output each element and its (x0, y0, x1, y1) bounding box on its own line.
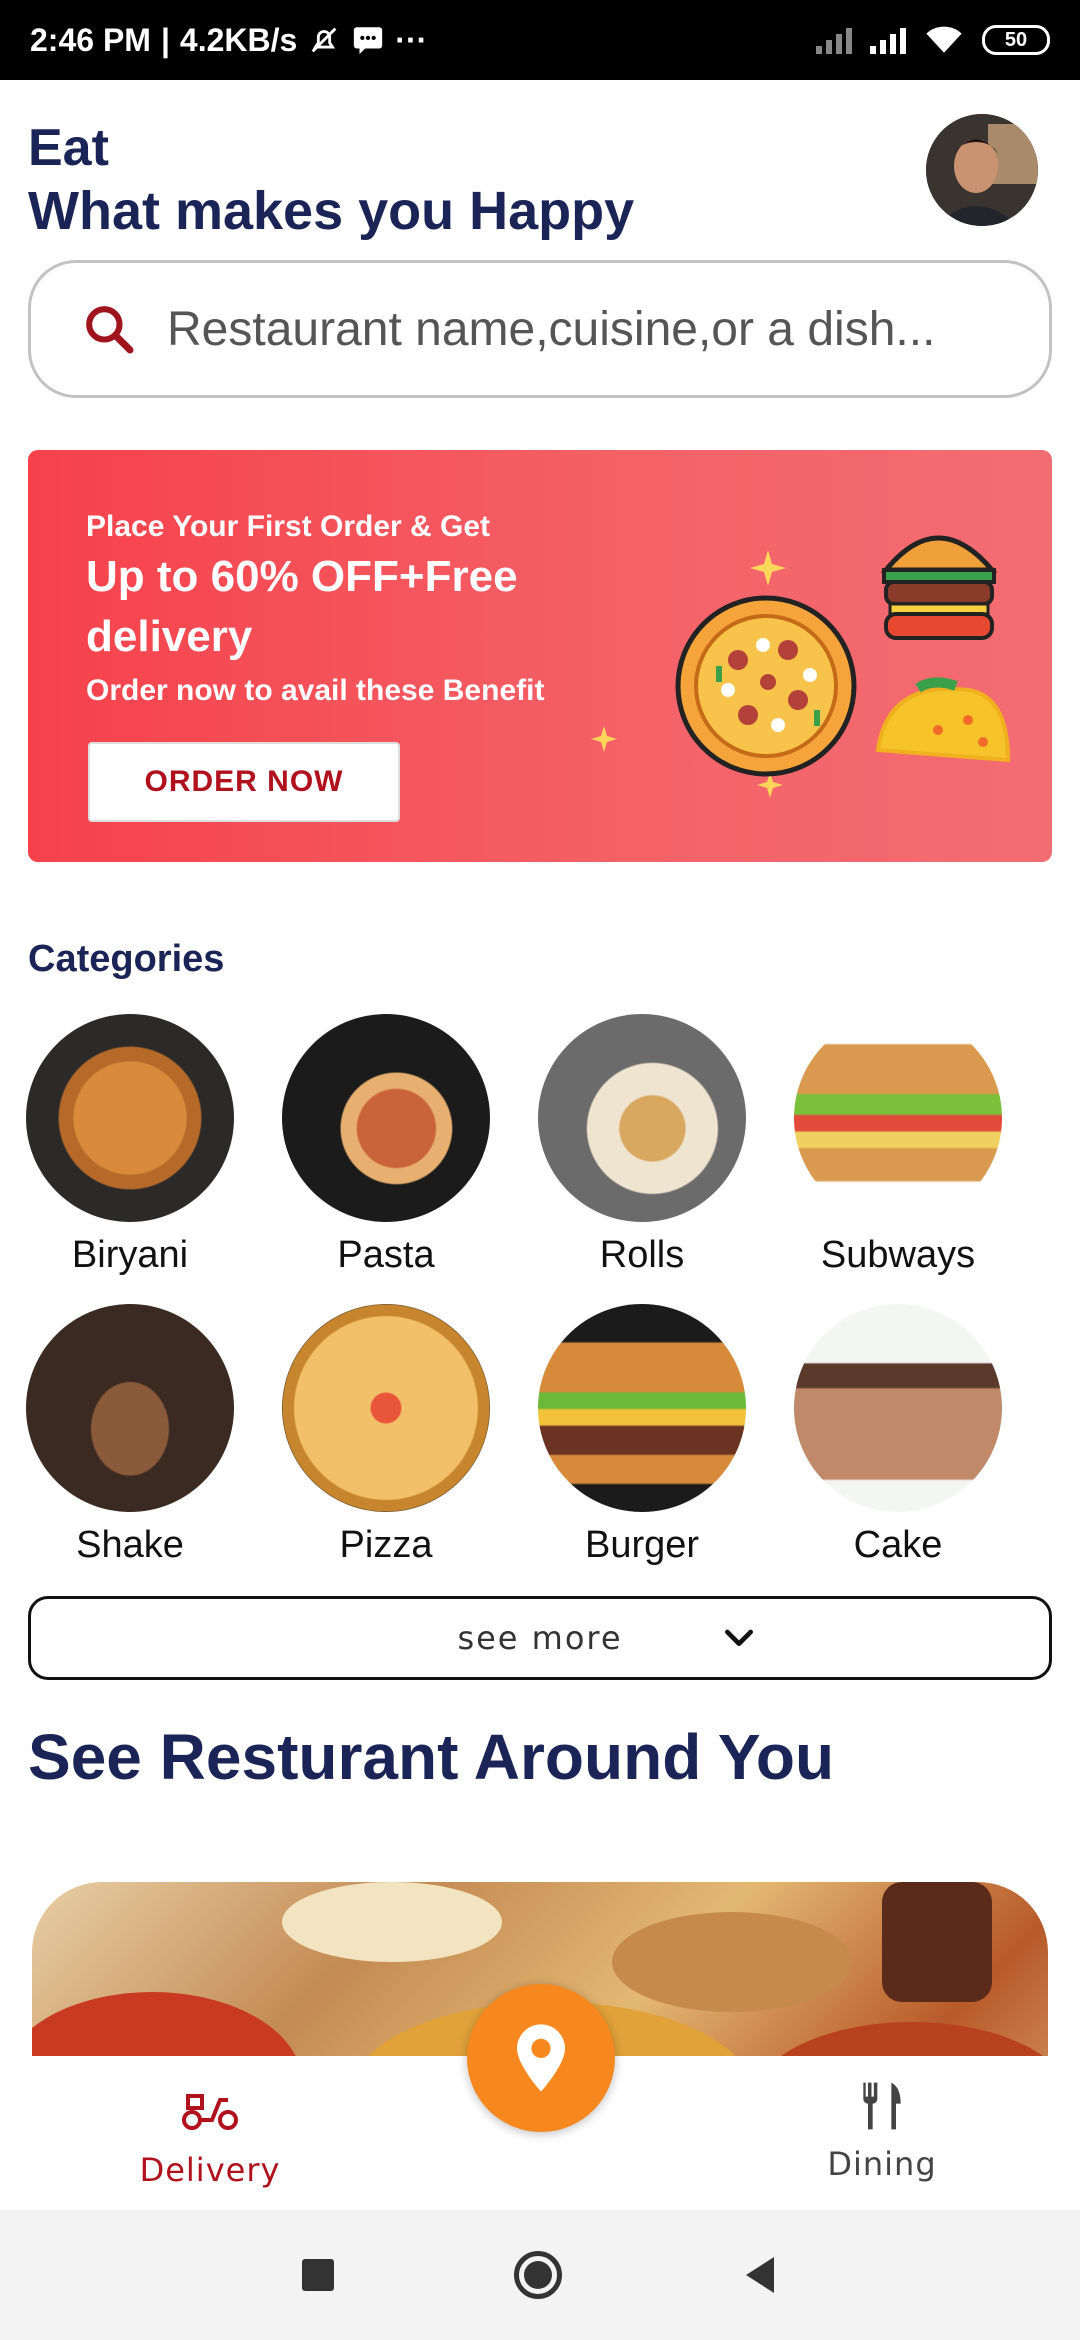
network-speed: 4.2KB/s (179, 21, 298, 58)
message-icon (354, 27, 383, 55)
category-burger[interactable]: Burger (514, 1304, 770, 1567)
see-more-button[interactable]: see more (28, 1596, 1052, 1680)
see-more-label: see more (457, 1619, 623, 1657)
category-pasta[interactable]: Pasta (258, 1014, 514, 1277)
restaurants-title: See Resturant Around You (28, 1721, 835, 1793)
rolls-image (538, 1014, 746, 1222)
subways-image (794, 1014, 1002, 1222)
chevron-down-icon (725, 1629, 753, 1646)
location-fab[interactable] (467, 1984, 615, 2132)
pizza-image (282, 1304, 490, 1512)
cake-image (794, 1304, 1002, 1512)
search-input[interactable] (167, 301, 1027, 357)
status-time: 2:46 PM (30, 21, 151, 58)
status-bar: 2:46 PM | 4.2KB/s ··· 50 (0, 0, 1080, 80)
status-left: 2:46 PM | 4.2KB/s ··· (30, 22, 427, 59)
category-label: Pizza (339, 1524, 433, 1566)
scooter-icon (182, 2094, 238, 2130)
banner-headline-line1: Up to 60% OFF+Free (86, 552, 518, 601)
signal-1-icon (816, 26, 852, 54)
recents-button[interactable] (302, 2259, 334, 2291)
order-now-button[interactable]: ORDER NOW (88, 742, 400, 822)
home-icon-dot (524, 2261, 552, 2289)
category-subways[interactable]: Subways (770, 1014, 1026, 1277)
back-button[interactable] (742, 2255, 778, 2295)
nav-dining-label: Dining (827, 2145, 937, 2183)
status-right: 50 (816, 24, 1050, 56)
category-pizza[interactable]: Pizza (258, 1304, 514, 1567)
banner-subtext: Order now to avail these Benefit (86, 674, 545, 707)
categories-title: Categories (28, 938, 225, 980)
system-nav-bar (0, 2210, 1080, 2340)
status-separator: | (160, 21, 170, 58)
category-label: Subways (820, 1234, 976, 1276)
nav-delivery-label: Delivery (139, 2151, 281, 2189)
category-biryani[interactable]: Biryani (2, 1014, 258, 1277)
page-title-line1: Eat (28, 119, 109, 177)
wifi-icon (926, 26, 962, 53)
search-icon (86, 306, 134, 354)
category-label: Burger (584, 1524, 700, 1566)
category-label: Shake (76, 1524, 184, 1566)
food-illustration (591, 535, 1011, 798)
banner-headline-line2: delivery (86, 612, 253, 661)
fork-knife-icon (863, 2082, 901, 2130)
biryani-image (26, 1014, 234, 1222)
category-cake[interactable]: Cake (770, 1304, 1026, 1567)
avatar[interactable] (926, 114, 1038, 226)
signal-2-icon (870, 26, 906, 54)
banner-small-text: Place Your First Order & Get (86, 510, 491, 543)
status-more-dots: ··· (395, 21, 428, 58)
burger-image (538, 1304, 746, 1512)
pasta-image (282, 1014, 490, 1222)
nav-dining[interactable]: Dining (772, 2078, 992, 2183)
search-bar[interactable] (28, 260, 1052, 398)
promo-banner[interactable]: Place Your First Order & Get Up to 60% O… (28, 450, 1052, 862)
bell-muted-icon (311, 27, 337, 53)
location-pin-icon (517, 2024, 565, 2092)
battery-level: 50 (1004, 28, 1028, 51)
shake-image (26, 1304, 234, 1512)
category-label: Cake (853, 1524, 943, 1566)
category-label: Pasta (337, 1234, 435, 1276)
category-label: Rolls (599, 1234, 685, 1276)
category-label: Biryani (71, 1234, 189, 1276)
nav-delivery[interactable]: Delivery (100, 2088, 320, 2189)
page-title-line2: What makes you Happy (28, 181, 635, 241)
category-shake[interactable]: Shake (2, 1304, 258, 1567)
category-rolls[interactable]: Rolls (514, 1014, 770, 1277)
home-button[interactable] (514, 2251, 562, 2299)
avatar-photo (926, 114, 1038, 226)
battery-icon: 50 (982, 25, 1050, 55)
